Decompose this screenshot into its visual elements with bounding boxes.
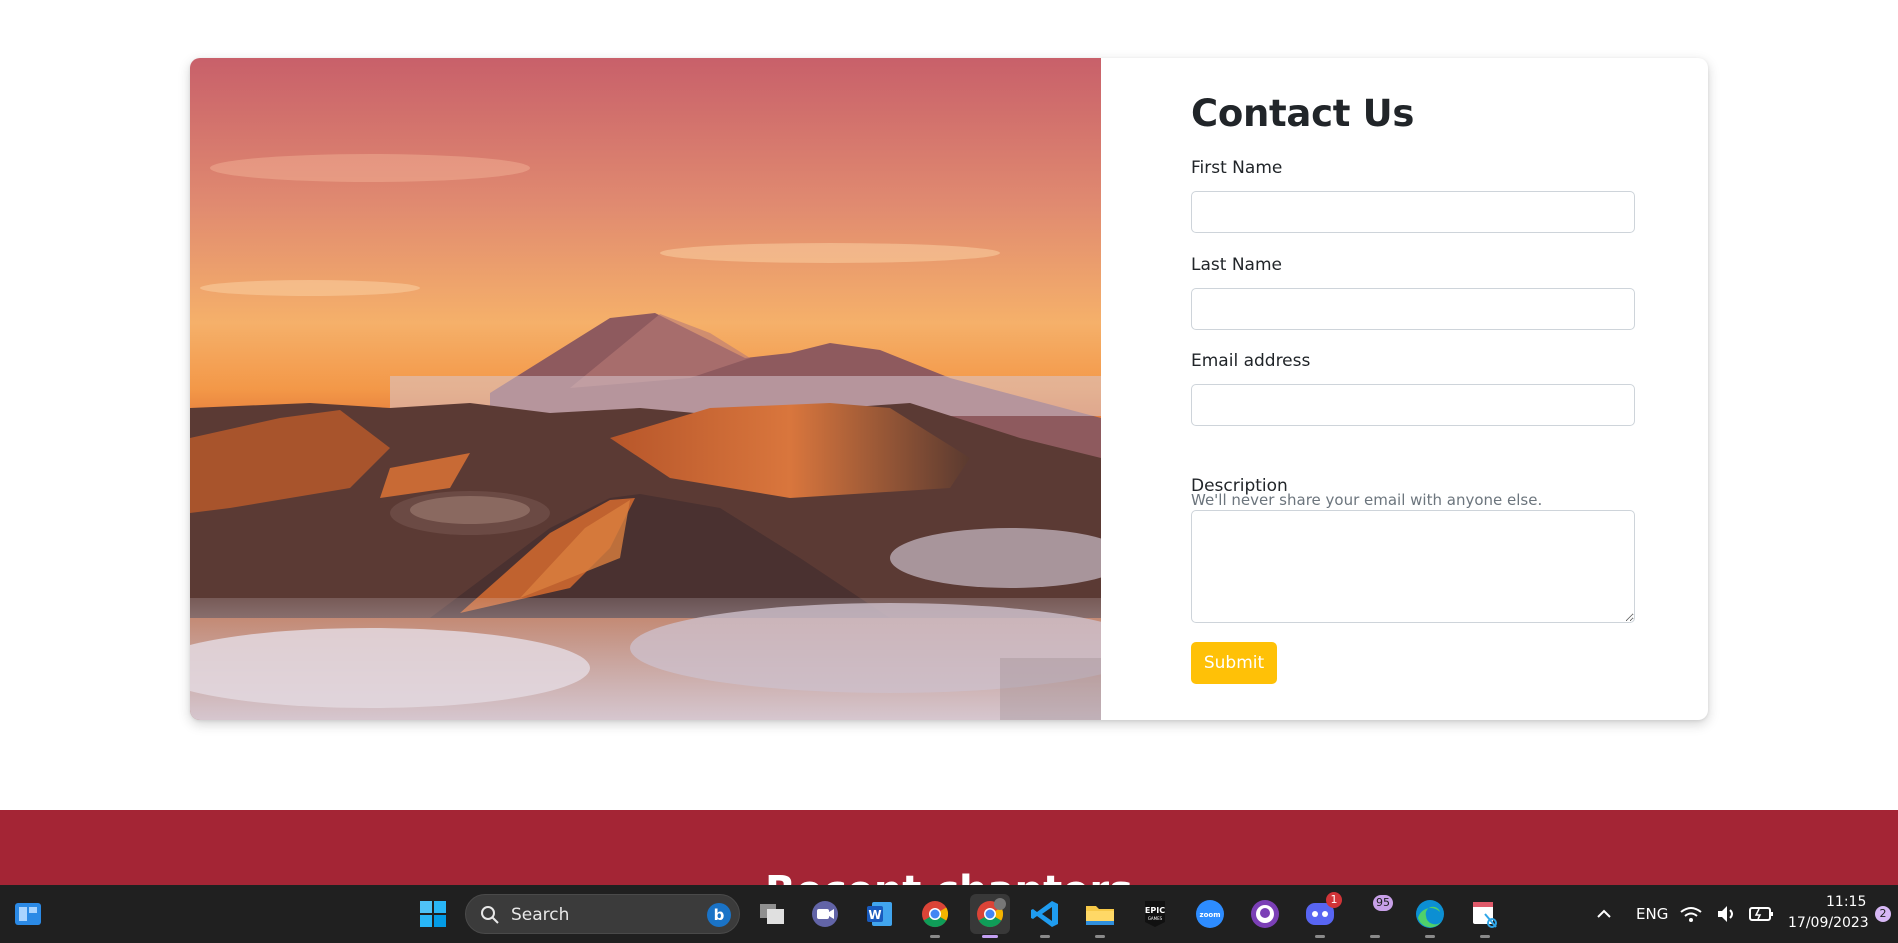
chevron-up-icon[interactable] (1584, 894, 1624, 934)
search-input[interactable]: Search b (465, 894, 740, 934)
svg-text:zoom: zoom (1200, 911, 1221, 919)
svg-text:W: W (868, 908, 881, 922)
first-name-label: First Name (1191, 158, 1283, 178)
clock-date[interactable]: 17/09/2023 (1788, 915, 1869, 931)
svg-text:EPIC: EPIC (1145, 906, 1165, 915)
widgets-icon[interactable] (8, 894, 48, 934)
svg-text:GAMES: GAMES (1148, 916, 1163, 921)
edge-icon[interactable] (1410, 894, 1450, 938)
clock-time[interactable]: 11:15 (1826, 894, 1866, 910)
snipping-tool-icon[interactable] (1465, 894, 1505, 938)
running-indicator (1480, 935, 1490, 938)
battery-icon[interactable] (1746, 894, 1776, 934)
app-badge-count: 95 (1373, 895, 1393, 911)
language-indicator[interactable]: ENG (1636, 905, 1668, 923)
search-icon (481, 906, 499, 924)
volume-icon[interactable] (1714, 894, 1740, 934)
bing-icon[interactable]: b (706, 902, 732, 928)
taskbar: Search b W EPIC GAMES zoom 1 95 ENG 11:1… (0, 885, 1898, 943)
running-indicator (930, 935, 940, 938)
last-name-label: Last Name (1191, 255, 1282, 275)
word-icon[interactable]: W (860, 894, 900, 934)
email-label: Email address (1191, 351, 1311, 371)
recent-section-heading: Recent chapters (0, 868, 1898, 885)
last-name-field[interactable] (1191, 288, 1635, 330)
running-indicator (1040, 935, 1050, 938)
svg-text:b: b (714, 906, 725, 924)
description-label: Description (1191, 476, 1288, 496)
contact-form: Contact Us First Name Last Name Email ad… (1191, 58, 1637, 720)
chrome-icon[interactable] (915, 894, 955, 938)
notification-badge[interactable]: 2 (1875, 906, 1891, 922)
first-name-field[interactable] (1191, 191, 1635, 233)
running-indicator (1095, 935, 1105, 938)
email-field[interactable] (1191, 384, 1635, 426)
epic-games-icon[interactable]: EPIC GAMES (1135, 894, 1175, 934)
running-indicator (1425, 935, 1435, 938)
contact-card: Contact Us First Name Last Name Email ad… (190, 58, 1708, 720)
discord-icon[interactable]: 1 (1300, 892, 1342, 938)
volcano-landscape-image (190, 58, 1101, 720)
search-label: Search (511, 905, 570, 925)
vscode-icon[interactable] (1025, 894, 1065, 938)
app-badge-icon[interactable]: 95 (1355, 894, 1395, 938)
zoom-icon[interactable]: zoom (1190, 894, 1230, 934)
start-icon[interactable] (413, 894, 453, 934)
chrome-profile-icon[interactable] (970, 894, 1010, 938)
wifi-icon[interactable] (1678, 894, 1704, 934)
submit-button[interactable]: Submit (1191, 642, 1277, 684)
description-field[interactable] (1191, 510, 1635, 623)
recent-section: Recent chapters (0, 810, 1898, 885)
active-indicator (982, 935, 998, 938)
running-indicator (1315, 935, 1325, 938)
discord-badge: 1 (1326, 892, 1342, 908)
task-view-icon[interactable] (752, 894, 792, 934)
file-explorer-icon[interactable] (1080, 894, 1120, 938)
running-indicator (1370, 935, 1380, 938)
github-desktop-icon[interactable] (1245, 894, 1285, 934)
contact-title: Contact Us (1191, 92, 1415, 135)
teams-meet-icon[interactable] (805, 894, 845, 934)
